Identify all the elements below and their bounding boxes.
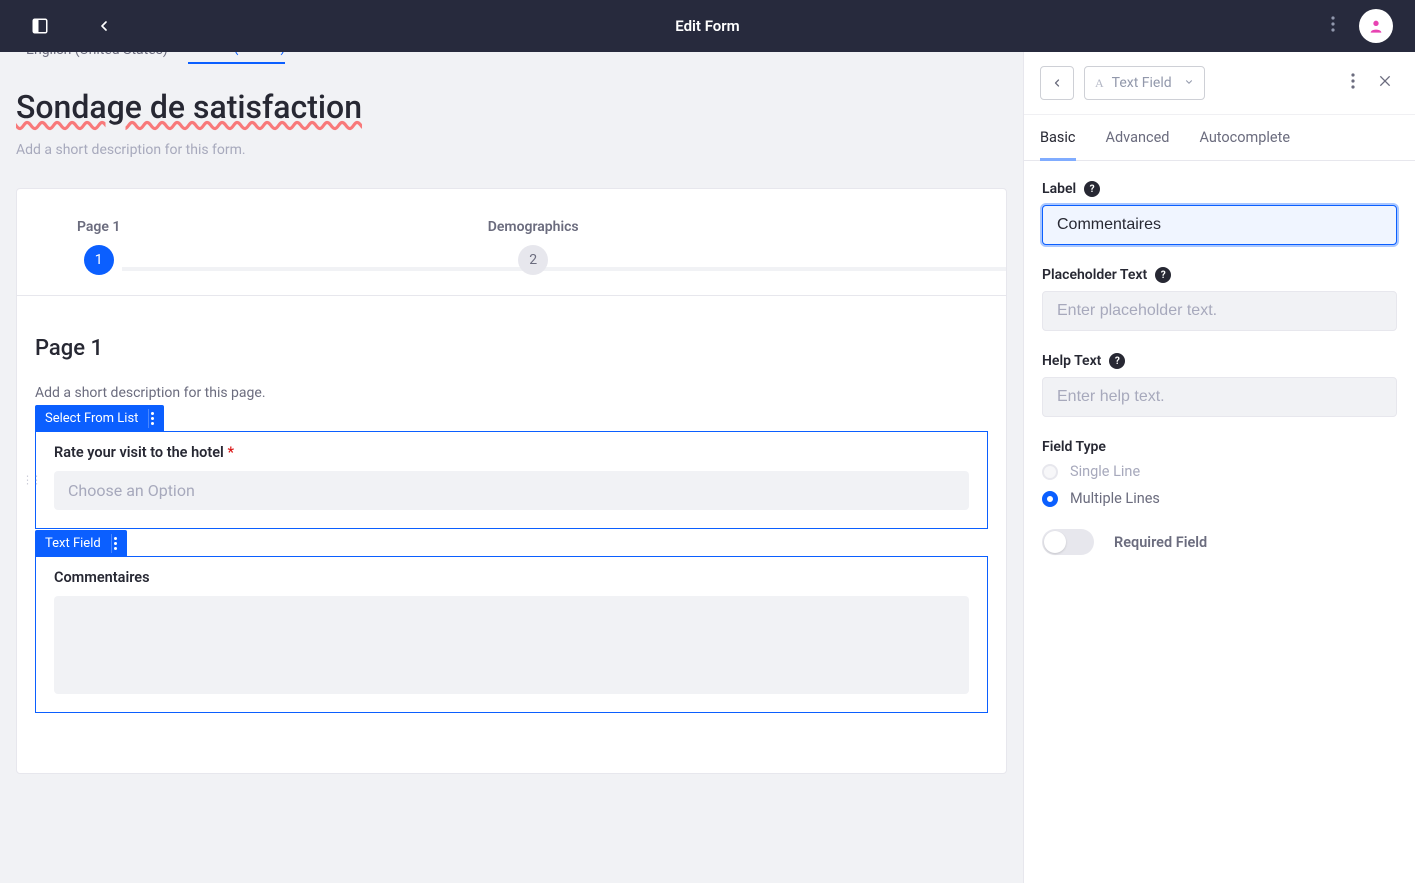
page-step-2-label: Demographics — [488, 219, 579, 235]
page-step-1[interactable]: Page 1 1 — [77, 219, 120, 275]
page-step-2[interactable]: Demographics 2 — [488, 219, 579, 275]
page-step-2-circle: 2 — [518, 245, 548, 275]
required-toggle-label: Required Field — [1114, 534, 1207, 551]
radio-icon-selected — [1042, 491, 1058, 507]
field-text-label: Commentaires — [54, 569, 969, 586]
radio-single-label: Single Line — [1070, 463, 1140, 480]
properties-panel: A Text Field Basic Advanced Autocomplete — [1023, 52, 1415, 883]
radio-single-line[interactable]: Single Line — [1042, 463, 1397, 480]
field-tag-text-label: Text Field — [45, 536, 101, 551]
panel-tab-advanced[interactable]: Advanced — [1106, 115, 1170, 160]
helptext-input[interactable] — [1042, 377, 1397, 417]
label-label: Label — [1042, 181, 1076, 197]
sidebar-toggle-icon[interactable] — [30, 16, 50, 36]
panel-field-type-dropdown[interactable]: A Text Field — [1084, 66, 1205, 100]
field-tag-select-label: Select From List — [45, 411, 138, 426]
field-tag-text-menu-icon[interactable] — [111, 534, 119, 553]
back-button[interactable] — [94, 16, 114, 36]
field-text-textarea[interactable] — [54, 596, 969, 694]
help-icon[interactable]: ? — [1109, 353, 1125, 369]
page-heading[interactable]: Page 1 — [35, 336, 988, 361]
label-input[interactable] — [1042, 205, 1397, 245]
lang-tab-french[interactable]: French (France) — [188, 52, 286, 64]
form-title[interactable]: Sondage de satisfaction — [16, 88, 1007, 126]
field-tag-select: Select From List — [35, 405, 164, 432]
field-text-field[interactable]: Text Field Commentaires — [35, 556, 988, 713]
placeholder-label: Placeholder Text — [1042, 267, 1147, 283]
field-select-from-list[interactable]: ⋮⋮ Select From List Rate your visit to t… — [35, 431, 988, 529]
help-icon[interactable]: ? — [1155, 267, 1171, 283]
panel-type-label: Text Field — [1112, 75, 1172, 91]
page-description[interactable]: Add a short description for this page. — [35, 385, 988, 401]
text-field-icon: A — [1095, 76, 1104, 91]
page-stepper: Page 1 1 Demographics 2 — [17, 189, 1006, 296]
lang-tab-english[interactable]: English (United States) — [26, 52, 168, 64]
panel-menu-icon[interactable] — [1345, 67, 1361, 99]
panel-tabs: Basic Advanced Autocomplete — [1024, 115, 1415, 161]
field-select-input[interactable]: Choose an Option — [54, 471, 969, 510]
drag-handle-icon[interactable]: ⋮⋮ — [22, 474, 40, 487]
panel-back-button[interactable] — [1040, 66, 1074, 100]
helptext-label: Help Text — [1042, 353, 1101, 369]
toggle-knob — [1044, 531, 1066, 553]
page-step-1-circle: 1 — [84, 245, 114, 275]
form-card: Page 1 1 Demographics 2 Page 1 Add a sho… — [16, 188, 1007, 774]
caret-down-icon — [1184, 75, 1194, 91]
radio-multiple-lines[interactable]: Multiple Lines — [1042, 490, 1397, 507]
panel-tab-basic[interactable]: Basic — [1040, 115, 1076, 161]
page-step-1-label: Page 1 — [77, 219, 120, 235]
field-tag-text: Text Field — [35, 530, 127, 557]
field-tag-select-menu-icon[interactable] — [148, 409, 156, 428]
panel-close-button[interactable] — [1371, 67, 1399, 99]
required-star-icon: * — [227, 444, 234, 461]
language-tabs: English (United States) French (France) — [26, 52, 1007, 64]
user-avatar[interactable] — [1359, 9, 1393, 43]
field-select-label: Rate your visit to the hotel * — [54, 444, 969, 461]
page-title: Edit Form — [675, 17, 739, 35]
panel-tab-autocomplete[interactable]: Autocomplete — [1199, 115, 1290, 160]
form-description-placeholder[interactable]: Add a short description for this form. — [16, 142, 1007, 158]
radio-multiple-label: Multiple Lines — [1070, 490, 1160, 507]
required-toggle[interactable] — [1042, 529, 1094, 555]
radio-icon — [1042, 464, 1058, 480]
topbar-menu-icon[interactable] — [1325, 10, 1341, 42]
fieldtype-label: Field Type — [1042, 439, 1106, 455]
placeholder-input[interactable] — [1042, 291, 1397, 331]
help-icon[interactable]: ? — [1084, 181, 1100, 197]
